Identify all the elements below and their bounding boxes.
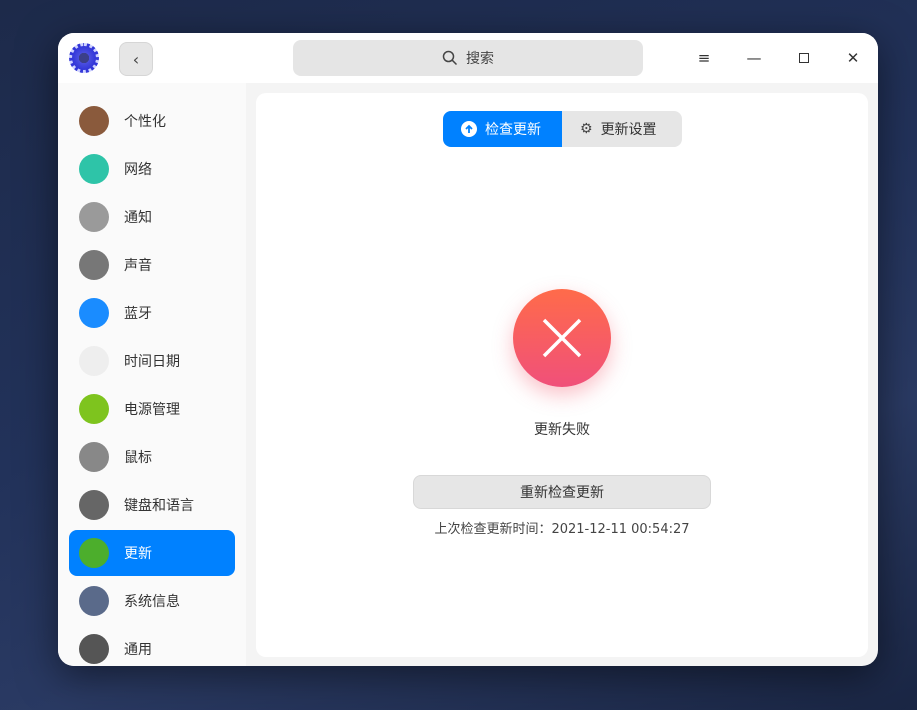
tab-check-update[interactable]: 检查更新 [443, 111, 562, 147]
sidebar-item-icon [79, 106, 109, 136]
sidebar-item-label: 电源管理 [124, 402, 180, 418]
sidebar-item-icon [79, 538, 109, 568]
update-panel: 检查更新 ⚙ 更新设置 更新失败 重新检查更新 上次检查更新时间：2021-12… [256, 93, 868, 657]
sidebar-item[interactable]: 网络 [69, 146, 235, 192]
sidebar-item[interactable]: 时间日期 [69, 338, 235, 384]
sidebar-item-label: 个性化 [124, 114, 166, 130]
tab-label: 更新设置 [600, 122, 657, 138]
sidebar-item[interactable]: 通知 [69, 194, 235, 240]
sidebar-item-label: 通用 [124, 642, 152, 658]
sidebar-item-icon [79, 154, 109, 184]
sidebar-item[interactable]: 键盘和语言 [69, 482, 235, 528]
sidebar-item[interactable]: 系统信息 [69, 578, 235, 624]
sidebar-item-label: 网络 [124, 162, 152, 178]
sidebar-item[interactable]: 通用 [69, 626, 235, 666]
search-placeholder: 搜索 [466, 51, 494, 67]
sidebar-item[interactable]: 更新 [69, 530, 235, 576]
sidebar-item-label: 系统信息 [124, 594, 180, 610]
sidebar-item-icon [79, 298, 109, 328]
back-button[interactable]: ‹ [119, 42, 153, 76]
sidebar-item-icon [79, 346, 109, 376]
sidebar-item-label: 声音 [124, 258, 152, 274]
menu-button[interactable]: ≡ [691, 45, 717, 71]
close-button[interactable]: ✕ [840, 45, 866, 71]
sidebar-item-icon [79, 634, 109, 664]
sidebar-item-icon [79, 490, 109, 520]
update-status: 更新失败 [534, 422, 590, 438]
menu-icon: ≡ [697, 49, 711, 67]
app-logo-icon [69, 43, 99, 73]
sidebar-item-label: 鼠标 [124, 450, 152, 466]
retry-check-button[interactable]: 重新检查更新 [413, 475, 711, 509]
settings-window: ‹ 搜索 ≡ — ✕ 个性化网络通知声音蓝牙时间日期电源管理鼠标键盘和语言更新系… [58, 33, 878, 666]
update-tabs: 检查更新 ⚙ 更新设置 [443, 111, 682, 147]
minimize-icon: — [746, 49, 762, 67]
titlebar: ‹ 搜索 ≡ — ✕ [58, 33, 878, 83]
sidebar-item-icon [79, 586, 109, 616]
sidebar-item-icon [79, 394, 109, 424]
sidebar-item-label: 通知 [124, 210, 152, 226]
error-icon [513, 289, 611, 387]
gear-icon: ⚙ [580, 121, 593, 137]
sidebar-item[interactable]: 个性化 [69, 98, 235, 144]
chevron-left-icon: ‹ [132, 49, 140, 69]
last-check-time: 上次检查更新时间：2021-12-11 00:54:27 [434, 522, 690, 537]
sidebar-item-label: 时间日期 [124, 354, 180, 370]
sidebar-item[interactable]: 声音 [69, 242, 235, 288]
sidebar-item-icon [79, 202, 109, 232]
arrow-up-circle-icon [461, 121, 477, 137]
sidebar: 个性化网络通知声音蓝牙时间日期电源管理鼠标键盘和语言更新系统信息通用 [58, 83, 246, 666]
sidebar-item-label: 键盘和语言 [124, 498, 194, 514]
sidebar-item[interactable]: 蓝牙 [69, 290, 235, 336]
maximize-icon [799, 53, 809, 63]
sidebar-item-label: 蓝牙 [124, 306, 152, 322]
sidebar-item-icon [79, 250, 109, 280]
search-icon [442, 50, 458, 66]
sidebar-item[interactable]: 鼠标 [69, 434, 235, 480]
maximize-button[interactable] [791, 45, 817, 71]
close-icon: ✕ [846, 49, 860, 67]
sidebar-item[interactable]: 电源管理 [69, 386, 235, 432]
sidebar-item-label: 更新 [124, 546, 152, 562]
tab-update-settings[interactable]: ⚙ 更新设置 [562, 111, 682, 147]
sidebar-item-icon [79, 442, 109, 472]
search-input[interactable]: 搜索 [293, 40, 643, 76]
tab-label: 检查更新 [485, 122, 541, 138]
minimize-button[interactable]: — [741, 45, 767, 71]
